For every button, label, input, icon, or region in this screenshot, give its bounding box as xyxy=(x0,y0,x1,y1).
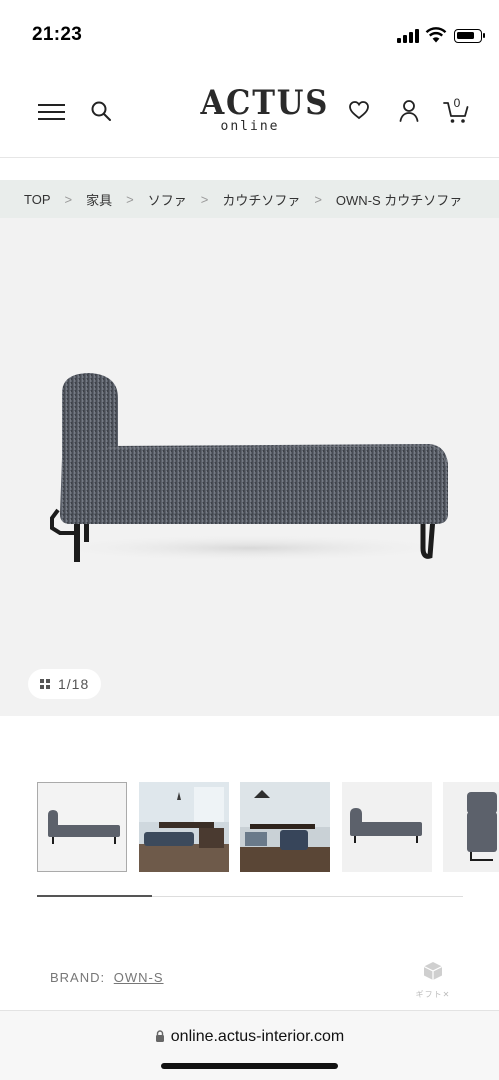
thumbnail-4[interactable] xyxy=(342,782,432,872)
thumbnail-2[interactable] xyxy=(139,782,229,872)
cellular-signal-icon xyxy=(397,28,419,43)
grid-icon xyxy=(40,679,50,689)
brand-link[interactable]: OWN-S xyxy=(114,970,164,985)
search-icon[interactable] xyxy=(90,100,112,122)
breadcrumb-separator: > xyxy=(64,191,73,207)
url-display[interactable]: online.actus-interior.com xyxy=(0,1028,499,1046)
sofa-photo xyxy=(40,373,460,562)
wifi-icon xyxy=(425,27,447,43)
heart-icon[interactable] xyxy=(348,100,370,120)
image-counter[interactable]: 1/18 xyxy=(28,669,102,699)
home-indicator[interactable] xyxy=(161,1063,338,1069)
breadcrumb-separator: > xyxy=(314,191,322,207)
lock-icon xyxy=(155,1030,164,1042)
thumbnail-strip[interactable] xyxy=(37,782,499,874)
brand-row: BRAND: OWN-S xyxy=(50,970,164,985)
thumbnail-room-image xyxy=(240,782,330,872)
status-time: 21:23 xyxy=(32,24,83,45)
site-header: ACTUS online 0 xyxy=(0,62,499,158)
brand-label: BRAND: xyxy=(50,970,106,985)
thumbnail-sofa-image xyxy=(38,783,126,871)
image-counter-text: 1/18 xyxy=(58,676,90,692)
thumbnail-5[interactable] xyxy=(443,782,499,872)
user-icon[interactable] xyxy=(398,99,420,123)
breadcrumb-item-sofa[interactable]: ソファ xyxy=(148,190,187,209)
breadcrumb-item-couch-sofa[interactable]: カウチソファ xyxy=(222,190,300,209)
thumbnail-scroll-progress xyxy=(37,895,152,897)
product-main-image[interactable]: 1/18 xyxy=(0,218,499,716)
breadcrumb-item-current: OWN-S カウチソファ xyxy=(335,192,463,208)
thumbnail-sofa-image xyxy=(443,782,499,872)
url-text: online.actus-interior.com xyxy=(170,1028,345,1045)
status-bar: 21:23 xyxy=(0,0,499,62)
battery-level xyxy=(457,32,474,39)
breadcrumb-item-top[interactable]: TOP xyxy=(24,192,51,207)
battery-icon xyxy=(454,29,485,43)
gift-box-icon xyxy=(423,962,443,980)
breadcrumb-separator: > xyxy=(200,191,209,207)
gift-indicator: ギフト✕ xyxy=(414,960,452,1000)
thumbnail-1[interactable] xyxy=(37,782,127,872)
thumbnail-sofa-image xyxy=(342,782,432,872)
breadcrumb-separator: > xyxy=(126,191,134,207)
breadcrumb-item-furniture[interactable]: 家具 xyxy=(86,190,112,209)
logo-main-text: ACTUS xyxy=(200,83,330,123)
cart-count: 0 xyxy=(453,96,461,110)
breadcrumb: TOP > 家具 > ソファ > カウチソファ > OWN-S カウチソファ xyxy=(0,180,499,218)
site-logo[interactable]: ACTUS online xyxy=(195,83,330,134)
thumbnail-3[interactable] xyxy=(240,782,330,872)
browser-address-bar[interactable]: online.actus-interior.com xyxy=(0,1010,499,1080)
gift-label: ギフト✕ xyxy=(415,990,451,999)
menu-icon[interactable] xyxy=(38,104,65,120)
thumbnail-room-image xyxy=(139,782,229,872)
